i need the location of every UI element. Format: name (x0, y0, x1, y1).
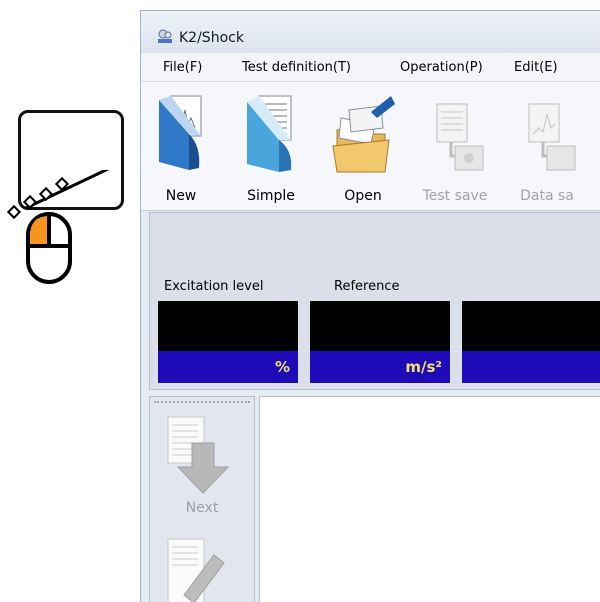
next-label: Next (185, 500, 219, 516)
title-bar: K2/Shock (141, 11, 600, 53)
reference-caption: Reference (334, 279, 400, 294)
menu-test-definition[interactable]: Test definition(T) (242, 60, 351, 75)
edit-pencil-icon[interactable] (160, 535, 240, 602)
reference-unit: m/s² (310, 351, 450, 383)
content-area (259, 396, 600, 602)
third-meter-unit (462, 351, 600, 383)
meter-panel: Excitation level % Reference m/s² (149, 212, 600, 390)
test-save-icon (436, 103, 484, 171)
menu-edit[interactable]: Edit(E) (514, 60, 558, 75)
data-save-label: Data sa (520, 188, 574, 204)
test-save-label: Test save (422, 188, 488, 204)
open-folder-icon (332, 96, 395, 173)
app-icon (158, 29, 172, 43)
window-title: K2/Shock (179, 30, 244, 46)
next-arrow-icon[interactable] (160, 413, 240, 497)
menu-operation[interactable]: Operation(P) (400, 60, 483, 75)
mouse-click-icon (6, 170, 110, 284)
simple-document-icon (247, 95, 292, 172)
data-save-button[interactable]: Data sa (503, 94, 591, 210)
reference-display (310, 301, 450, 351)
menu-file[interactable]: File(F) (163, 60, 202, 75)
new-document-icon (159, 95, 202, 170)
excitation-level-unit: % (158, 351, 298, 383)
data-save-icon (528, 103, 576, 171)
excitation-level-caption: Excitation level (164, 279, 264, 294)
simple-button[interactable]: Simple (227, 94, 315, 210)
panel-grip (154, 401, 250, 405)
test-save-button[interactable]: Test save (411, 94, 499, 210)
app-window: K2/Shock File(F) Test definition(T) Oper… (140, 10, 600, 602)
excitation-level-display (158, 301, 298, 351)
open-button[interactable]: Open (319, 94, 407, 210)
toolbar: New Simple Open Test save Data sa (141, 82, 600, 211)
menu-bar: File(F) Test definition(T) Operation(P) … (141, 53, 600, 82)
open-label: Open (344, 188, 382, 204)
third-meter-display (462, 301, 600, 351)
simple-label: Simple (247, 188, 295, 204)
step-panel: Next (149, 396, 255, 602)
